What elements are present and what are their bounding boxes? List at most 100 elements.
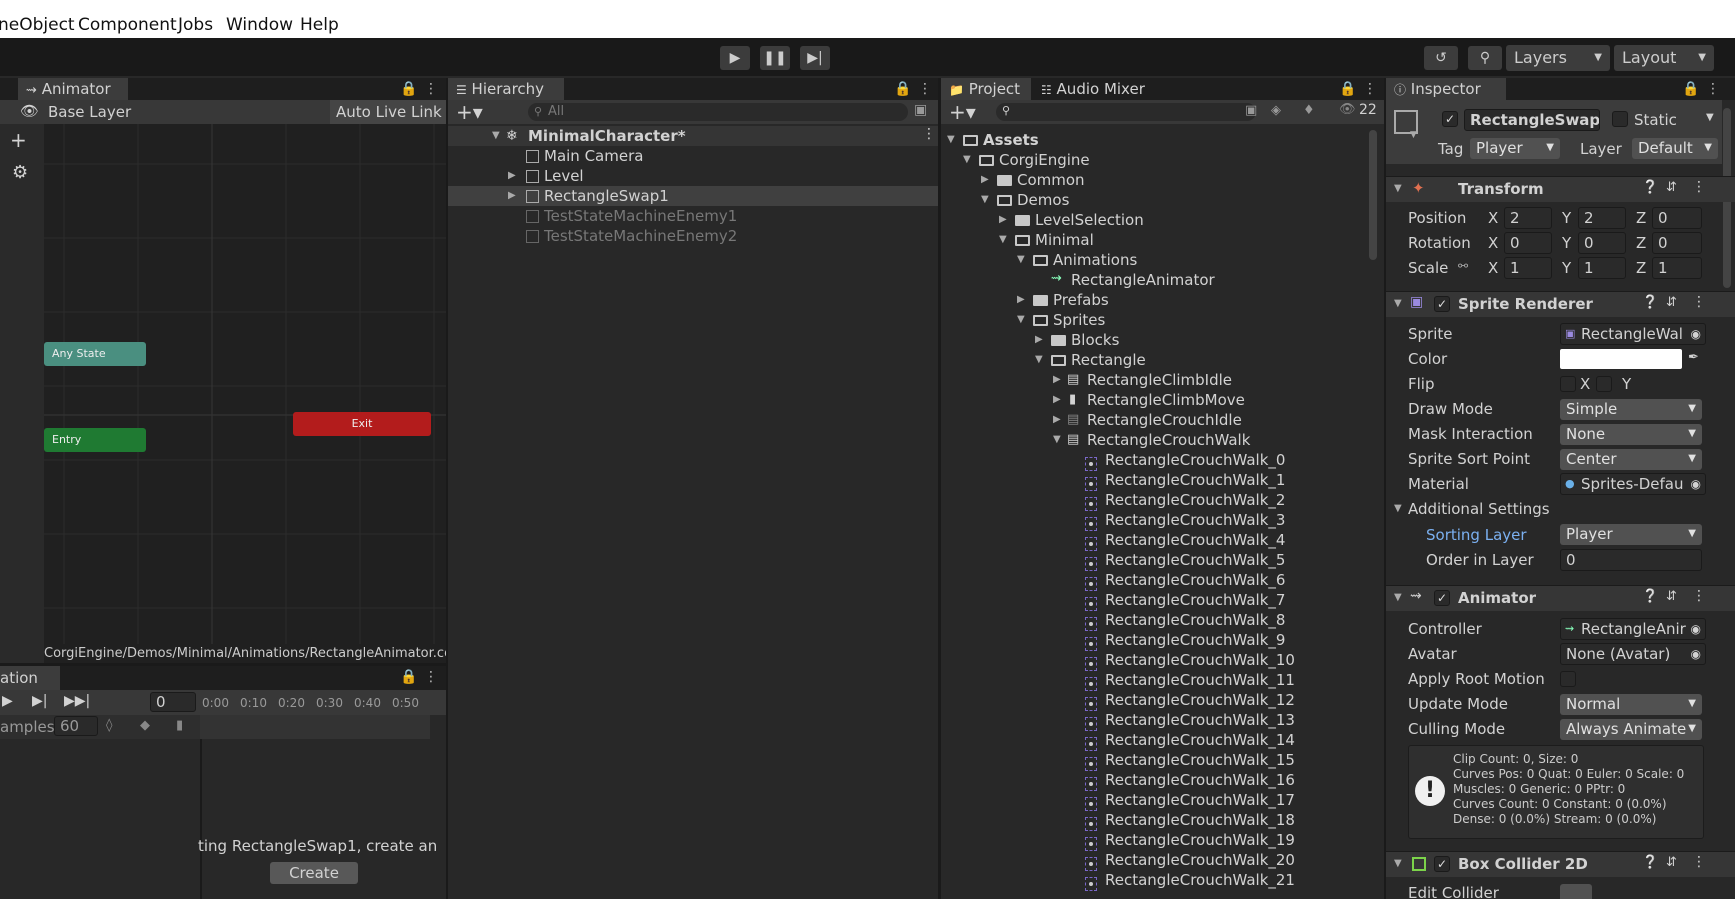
create-button[interactable]: Create (270, 862, 358, 884)
sprite-renderer-enabled-checkbox[interactable]: ✓ (1434, 296, 1450, 312)
label-filter-icon[interactable]: ♦ (1303, 103, 1315, 118)
samples-field[interactable]: 60 (54, 716, 98, 736)
lock-icon[interactable]: 🔒 (400, 78, 417, 100)
eye-icon[interactable]: 👁 (20, 102, 39, 120)
icon-dropdown-icon[interactable]: ▼ (1410, 130, 1417, 140)
expand-arrow-icon[interactable]: ▶ (1017, 290, 1025, 310)
list-item[interactable]: RectangleCrouchWalk_9 (941, 630, 1369, 651)
event-marker-icon[interactable]: ▮ (176, 718, 183, 733)
add-event-icon[interactable]: ◆ (140, 718, 150, 733)
tab-animator[interactable]: ⇝ Animator (18, 78, 128, 100)
list-item[interactable]: RectangleCrouchWalk_17 (941, 790, 1369, 811)
expand-arrow-icon[interactable]: ▶ (1035, 330, 1043, 350)
add-object-button[interactable]: +▾ (456, 100, 483, 124)
menu-window[interactable]: Window (226, 15, 293, 35)
list-item[interactable]: ▶ Level (448, 166, 938, 186)
update-mode-dropdown[interactable]: Normal ▼ (1560, 694, 1702, 715)
tab-animation[interactable]: ation (0, 666, 60, 690)
expand-arrow-icon[interactable]: ▼ (1035, 350, 1043, 370)
layer-breadcrumb[interactable]: Base Layer (48, 102, 131, 122)
list-item[interactable]: Main Camera (448, 146, 938, 166)
next-key-icon[interactable]: ▶| (32, 693, 47, 709)
layout-dropdown[interactable]: Layout ▼ (1614, 45, 1714, 71)
tab-project[interactable]: 📁 Project (941, 78, 1031, 100)
frame-field[interactable]: 0 (150, 692, 196, 712)
menu-jobs[interactable]: Jobs (178, 15, 213, 35)
draw-mode-dropdown[interactable]: Simple ▼ (1560, 399, 1702, 420)
pause-button[interactable]: ❚❚ (760, 46, 790, 70)
position-y-field[interactable]: 2 (1578, 207, 1626, 229)
rotation-y-field[interactable]: 0 (1578, 232, 1626, 254)
step-button[interactable]: ▶| (800, 46, 830, 70)
list-item[interactable]: RectangleCrouchWalk_12 (941, 690, 1369, 711)
scale-x-field[interactable]: 1 (1504, 257, 1552, 279)
any-state-node[interactable]: Any State (44, 342, 146, 366)
eyedropper-icon[interactable]: ✒ (1688, 350, 1699, 365)
list-item[interactable]: RectangleCrouchWalk_1 (941, 470, 1369, 491)
search-filter-icon[interactable]: ▣ (1245, 103, 1257, 118)
list-item[interactable]: TestStateMachineEnemy2 (448, 226, 938, 246)
list-item[interactable]: RectangleCrouchWalk_4 (941, 530, 1369, 551)
sorting-layer-dropdown[interactable]: Player ▼ (1560, 524, 1702, 545)
add-layer-icon[interactable]: + (10, 128, 27, 152)
expand-arrow-icon[interactable]: ▶ (1053, 370, 1061, 390)
mask-interaction-dropdown[interactable]: None ▼ (1560, 424, 1702, 445)
expand-arrow-icon[interactable]: ▶ (981, 170, 989, 190)
kebab-menu-icon[interactable]: ⋮ (922, 126, 936, 142)
list-item[interactable]: RectangleCrouchWalk_0 (941, 450, 1369, 471)
list-item[interactable]: RectangleCrouchWalk_16 (941, 770, 1369, 791)
collapse-arrow-icon[interactable]: ▼ (1394, 179, 1402, 199)
material-field[interactable]: ● Sprites-Defau ◉ (1560, 473, 1706, 495)
scrollbar[interactable] (1369, 130, 1377, 260)
list-item-selected[interactable]: ▶ RectangleSwap1 (448, 186, 938, 206)
list-item[interactable]: RectangleCrouchWalk_8 (941, 610, 1369, 631)
expand-arrow-icon[interactable]: ▼ (981, 190, 989, 210)
list-item[interactable]: RectangleCrouchWalk_7 (941, 590, 1369, 611)
list-item[interactable]: RectangleCrouchWalk_3 (941, 510, 1369, 531)
sprite-field[interactable]: ▣ RectangleWal ◉ (1560, 323, 1706, 345)
exit-node[interactable]: Exit (293, 412, 431, 436)
visibility-icon[interactable]: 👁 (1339, 102, 1356, 117)
kebab-menu-icon[interactable]: ⋮ (1692, 179, 1706, 195)
expand-arrow-icon[interactable]: ▼ (947, 130, 955, 150)
history-button[interactable]: ↺ (1424, 46, 1458, 70)
expand-arrow-icon[interactable]: ▶ (999, 210, 1007, 230)
position-x-field[interactable]: 2 (1504, 207, 1552, 229)
list-item[interactable]: RectangleCrouchWalk_11 (941, 670, 1369, 691)
list-item[interactable]: RectangleCrouchWalk_5 (941, 550, 1369, 571)
static-checkbox[interactable] (1612, 111, 1628, 127)
list-item[interactable]: RectangleCrouchWalk_10 (941, 650, 1369, 671)
kebab-menu-icon[interactable]: ⋮ (1692, 294, 1706, 310)
expand-arrow-icon[interactable]: ▶ (1053, 410, 1061, 430)
search-button[interactable]: ⚲ (1468, 46, 1502, 70)
culling-mode-dropdown[interactable]: Always Animate ▼ (1560, 719, 1702, 740)
entry-node[interactable]: Entry (44, 428, 146, 452)
object-name-field[interactable]: RectangleSwap1 (1464, 109, 1600, 131)
kebab-menu-icon[interactable]: ⋮ (424, 666, 438, 688)
list-item[interactable]: RectangleCrouchWalk_2 (941, 490, 1369, 511)
help-icon[interactable]: ❔ (1642, 589, 1658, 604)
tag-dropdown[interactable]: Player ▼ (1470, 138, 1560, 159)
layer-dropdown[interactable]: Default ▼ (1632, 138, 1718, 159)
tab-inspector[interactable]: ⓘ Inspector (1386, 78, 1506, 100)
list-item[interactable]: RectangleCrouchWalk_6 (941, 570, 1369, 591)
menu-help[interactable]: Help (300, 15, 339, 35)
flip-y-checkbox[interactable] (1596, 376, 1612, 392)
collapse-arrow-icon[interactable]: ▼ (1394, 294, 1402, 314)
animator-enabled-checkbox[interactable]: ✓ (1434, 590, 1450, 606)
lock-icon[interactable]: 🔒 (1339, 78, 1356, 100)
box-collider-header[interactable]: ▼ ✓ Box Collider 2D ❔ ⇵ ⋮ (1386, 851, 1735, 877)
timeline-ruler[interactable]: 0:00 0:10 0:20 0:30 0:40 0:50 (200, 690, 440, 715)
expand-arrow-icon[interactable]: ▼ (1017, 250, 1025, 270)
project-search-input[interactable]: ⚲ (996, 103, 1256, 121)
list-item[interactable]: RectangleCrouchWalk_21 (941, 870, 1369, 891)
menu-component[interactable]: Component (78, 15, 177, 35)
presets-icon[interactable]: ⇵ (1666, 295, 1677, 310)
collapse-arrow-icon[interactable]: ▼ (1394, 499, 1402, 519)
expand-arrow-icon[interactable]: ▼ (492, 126, 500, 146)
kebab-menu-icon[interactable]: ⋮ (1706, 78, 1720, 100)
list-item[interactable]: RectangleCrouchWalk_15 (941, 750, 1369, 771)
presets-icon[interactable]: ⇵ (1666, 180, 1677, 195)
list-item[interactable]: RectangleCrouchWalk_18 (941, 810, 1369, 831)
create-asset-button[interactable]: +▾ (949, 100, 976, 124)
